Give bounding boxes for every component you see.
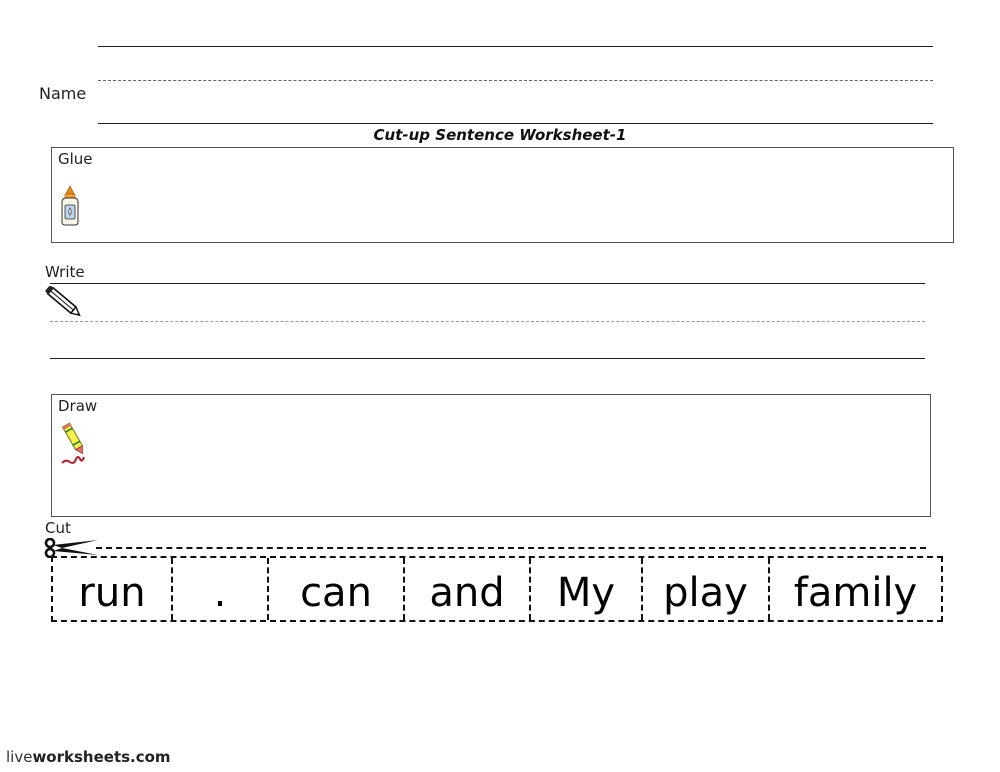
word-tile-text: family bbox=[793, 570, 918, 616]
name-input-area[interactable] bbox=[98, 48, 933, 123]
pencil-icon bbox=[44, 284, 86, 326]
name-line-top bbox=[98, 46, 933, 47]
crayon-icon bbox=[58, 421, 92, 471]
footer-brand-bold: worksheets.com bbox=[32, 748, 171, 766]
worksheet-title: Cut-up Sentence Worksheet-1 bbox=[373, 126, 627, 144]
write-line-top bbox=[50, 283, 925, 284]
word-tile-text: can bbox=[300, 570, 372, 616]
word-tile[interactable]: . bbox=[173, 558, 269, 620]
write-line-bottom bbox=[50, 358, 925, 359]
word-tile[interactable]: and bbox=[405, 558, 531, 620]
word-tile[interactable]: can bbox=[269, 558, 405, 620]
cut-label: Cut bbox=[45, 519, 71, 537]
word-tile[interactable]: family bbox=[770, 558, 941, 620]
name-label: Name bbox=[39, 84, 87, 103]
word-tile-text: play bbox=[663, 570, 748, 616]
word-tile[interactable]: run bbox=[53, 558, 173, 620]
glue-box[interactable]: Glue bbox=[51, 147, 954, 243]
word-tile-text: My bbox=[556, 570, 616, 616]
write-input-area[interactable] bbox=[90, 285, 925, 357]
write-label: Write bbox=[45, 263, 85, 281]
word-tile-text: . bbox=[213, 570, 227, 616]
glue-label: Glue bbox=[58, 150, 93, 168]
word-tile[interactable]: play bbox=[643, 558, 770, 620]
cut-line bbox=[96, 547, 926, 549]
word-tile-text: and bbox=[429, 570, 505, 616]
draw-label: Draw bbox=[58, 397, 98, 415]
word-tiles: run . can and My play family bbox=[51, 556, 943, 622]
word-tile-text: run bbox=[78, 570, 146, 616]
footer-brand-light: live bbox=[6, 748, 33, 766]
footer-brand[interactable]: liveworksheets.com bbox=[6, 748, 171, 766]
glue-bottle-icon bbox=[58, 185, 82, 230]
draw-box[interactable]: Draw bbox=[51, 394, 931, 517]
name-line-bottom bbox=[98, 123, 933, 124]
word-tile[interactable]: My bbox=[531, 558, 643, 620]
